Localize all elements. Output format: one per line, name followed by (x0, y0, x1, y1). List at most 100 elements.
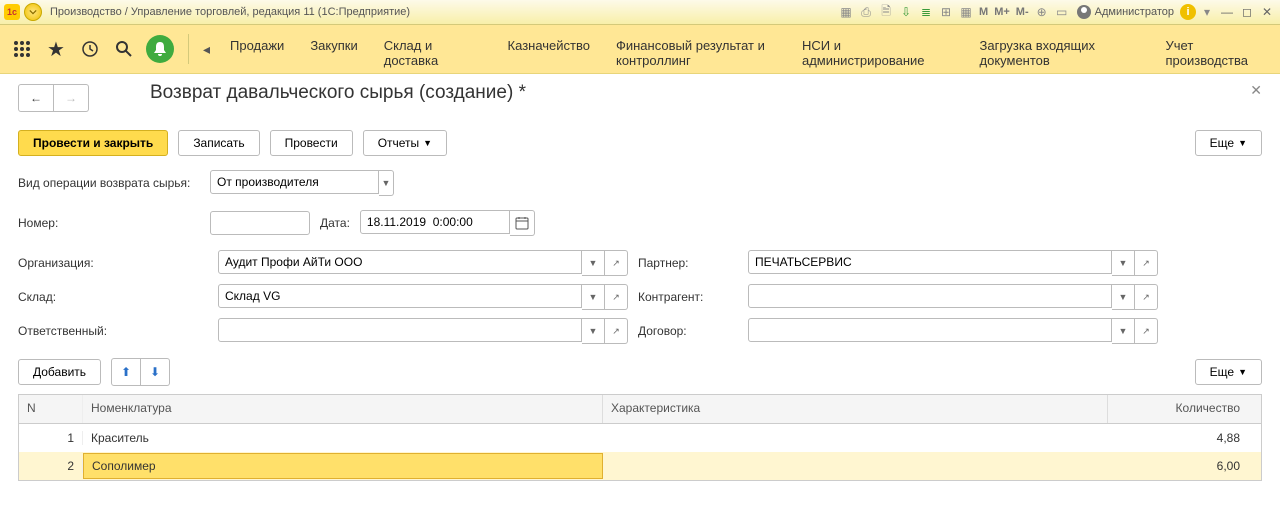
op-type-dropdown-button[interactable]: ▼ (379, 170, 394, 196)
more-button[interactable]: Еще▼ (1195, 130, 1262, 156)
info-caret-icon[interactable]: ▾ (1198, 3, 1216, 21)
menu-grid-icon[interactable] (10, 37, 34, 61)
notifications-icon[interactable] (146, 35, 174, 63)
app-logo-icon: 1c (4, 4, 20, 20)
favorites-icon[interactable]: ★ (44, 37, 68, 61)
back-button[interactable]: ← (18, 84, 54, 112)
mem-mm[interactable]: M- (1014, 6, 1031, 18)
contragent-select[interactable]: ▼ ↗ (748, 284, 1158, 310)
minimize-button[interactable]: — (1218, 3, 1236, 21)
number-date-row: Номер: Дата: (18, 210, 1262, 236)
form-grid: Организация: ▼ ↗ Партнер: ▼ ↗ Склад: ▼ ↗… (18, 250, 1262, 344)
contract-select[interactable]: ▼ ↗ (748, 318, 1158, 344)
partner-input[interactable] (748, 250, 1112, 274)
link-icon[interactable]: ⇩ (897, 3, 915, 21)
contract-dropdown-button[interactable]: ▼ (1112, 318, 1135, 344)
move-down-button[interactable]: ⬇ (141, 358, 170, 386)
calendar-button[interactable] (510, 210, 535, 236)
post-and-close-button[interactable]: Провести и закрыть (18, 130, 168, 156)
contragent-open-button[interactable]: ↗ (1135, 284, 1158, 310)
forward-button[interactable]: → (54, 84, 89, 112)
col-characteristic[interactable]: Характеристика (603, 395, 1108, 423)
partner-dropdown-button[interactable]: ▼ (1112, 250, 1135, 276)
post-button[interactable]: Провести (270, 130, 353, 156)
contract-input[interactable] (748, 318, 1112, 342)
resp-dropdown-button[interactable]: ▼ (582, 318, 605, 344)
nav-item-finresult[interactable]: Финансовый результат и контроллинг (616, 30, 776, 68)
store-open-button[interactable]: ↗ (605, 284, 628, 310)
col-n[interactable]: N (19, 395, 83, 423)
store-dropdown-button[interactable]: ▼ (582, 284, 605, 310)
dropdown-button[interactable] (24, 3, 42, 21)
table-row[interactable]: 1 Краситель 4,88 (19, 424, 1261, 452)
org-dropdown-button[interactable]: ▼ (582, 250, 605, 276)
nav-item-purchases[interactable]: Закупки (310, 30, 357, 53)
doc-icon[interactable]: 🗎 (877, 3, 895, 21)
save-icon[interactable]: ▦ (837, 3, 855, 21)
resp-open-button[interactable]: ↗ (605, 318, 628, 344)
caret-down-icon: ▼ (1238, 367, 1247, 377)
op-type-input[interactable] (210, 170, 379, 194)
zoom-icon[interactable]: ⊕ (1033, 3, 1051, 21)
cell-quantity[interactable]: 4,88 (1108, 431, 1248, 445)
nav-item-production[interactable]: Учет производства (1166, 30, 1270, 68)
org-select[interactable]: ▼ ↗ (218, 250, 628, 276)
calendar-icon[interactable]: ▦ (957, 3, 975, 21)
number-input[interactable] (210, 211, 310, 235)
caret-down-icon: ▼ (423, 138, 432, 148)
page-title: Возврат давальческого сырья (создание) * (150, 82, 526, 104)
compare-icon[interactable]: ≣ (917, 3, 935, 21)
cell-nomenclature[interactable]: Сополимер (83, 453, 603, 479)
close-form-button[interactable]: ✕ (1250, 82, 1262, 99)
mem-m[interactable]: M (977, 6, 990, 18)
table-more-label: Еще (1210, 365, 1234, 379)
resp-input[interactable] (218, 318, 582, 342)
date-label: Дата: (320, 216, 350, 230)
op-type-row: Вид операции возврата сырья: ▼ (18, 170, 1262, 196)
calc-icon[interactable]: ⊞ (937, 3, 955, 21)
partner-select[interactable]: ▼ ↗ (748, 250, 1158, 276)
nav-prev[interactable]: ◂ (203, 41, 210, 58)
nav-item-warehouse[interactable]: Склад и доставка (384, 30, 482, 68)
command-bar: Провести и закрыть Записать Провести Отч… (18, 130, 1262, 156)
nav-item-treasury[interactable]: Казначейство (508, 30, 590, 53)
nav-item-admin[interactable]: НСИ и администрирование (802, 30, 954, 68)
save-button[interactable]: Записать (178, 130, 259, 156)
partner-open-button[interactable]: ↗ (1135, 250, 1158, 276)
contragent-dropdown-button[interactable]: ▼ (1112, 284, 1135, 310)
close-button[interactable]: ✕ (1258, 3, 1276, 21)
date-field[interactable] (360, 210, 535, 236)
number-label: Номер: (18, 216, 200, 230)
table-more-button[interactable]: Еще ▼ (1195, 359, 1262, 385)
user-box[interactable]: Администратор (1073, 5, 1178, 19)
mem-mp[interactable]: M+ (992, 6, 1012, 18)
table-row[interactable]: 2 Сополимер 6,00 (19, 452, 1261, 480)
cell-nomenclature[interactable]: Краситель (83, 431, 603, 445)
print-icon[interactable]: ⎙ (857, 3, 875, 21)
nav-separator (188, 34, 189, 64)
col-nomenclature[interactable]: Номенклатура (83, 395, 603, 423)
op-type-label: Вид операции возврата сырья: (18, 176, 200, 190)
org-open-button[interactable]: ↗ (605, 250, 628, 276)
contract-open-button[interactable]: ↗ (1135, 318, 1158, 344)
org-input[interactable] (218, 250, 582, 274)
add-row-button[interactable]: Добавить (18, 359, 101, 385)
search-icon[interactable] (112, 37, 136, 61)
title-bar: 1c Производство / Управление торговлей, … (0, 0, 1280, 25)
maximize-button[interactable]: ◻ (1238, 3, 1256, 21)
contragent-input[interactable] (748, 284, 1112, 308)
date-input[interactable] (360, 210, 510, 234)
reports-button[interactable]: Отчеты▼ (363, 130, 447, 156)
history-icon[interactable] (78, 37, 102, 61)
col-quantity[interactable]: Количество (1108, 395, 1248, 423)
op-type-select[interactable]: ▼ (210, 170, 394, 196)
panels-icon[interactable]: ▭ (1053, 3, 1071, 21)
nav-item-incoming[interactable]: Загрузка входящих документов (980, 30, 1140, 68)
store-input[interactable] (218, 284, 582, 308)
nav-item-sales[interactable]: Продажи (230, 30, 284, 53)
store-select[interactable]: ▼ ↗ (218, 284, 628, 310)
cell-quantity[interactable]: 6,00 (1108, 459, 1248, 473)
move-up-button[interactable]: ⬆ (111, 358, 141, 386)
info-icon[interactable]: i (1180, 4, 1196, 20)
resp-select[interactable]: ▼ ↗ (218, 318, 628, 344)
